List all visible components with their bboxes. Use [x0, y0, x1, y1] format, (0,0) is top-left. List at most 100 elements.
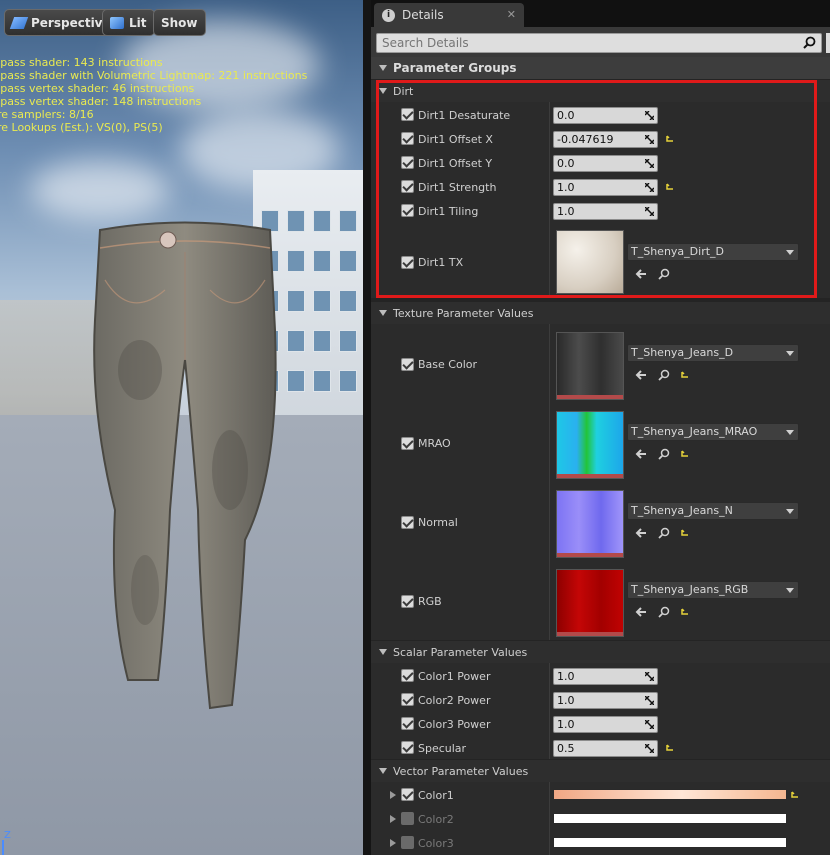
show-flags-button[interactable]: Show	[153, 9, 206, 36]
browse-search-icon[interactable]	[658, 268, 670, 280]
override-checkbox[interactable]	[401, 812, 414, 825]
override-checkbox[interactable]	[401, 437, 414, 450]
param-label: Dirt1 Desaturate	[418, 109, 511, 122]
browse-search-icon[interactable]	[658, 527, 670, 539]
param-row-dirt1-tiling: Dirt1 Tiling 1.0	[371, 199, 830, 223]
param-label: Color2	[418, 813, 454, 826]
cube-icon	[110, 16, 124, 29]
drag-handle-icon	[645, 696, 654, 705]
reset-to-default-icon[interactable]	[681, 450, 689, 458]
value-field[interactable]: 0.5	[553, 740, 658, 757]
param-label: Dirt1 Tiling	[418, 205, 479, 218]
expand-arrow-icon[interactable]	[390, 791, 396, 799]
asset-picker-combo[interactable]: T_Shenya_Dirt_D	[627, 243, 799, 261]
collapse-arrow-icon	[379, 649, 387, 655]
texture-thumbnail[interactable]	[556, 569, 624, 637]
use-selected-arrow-icon[interactable]	[635, 448, 647, 460]
override-checkbox[interactable]	[401, 108, 414, 121]
browse-search-icon[interactable]	[658, 606, 670, 618]
param-row-dirt1-offset-y: Dirt1 Offset Y 0.0	[371, 151, 830, 175]
override-checkbox[interactable]	[401, 836, 414, 849]
close-icon[interactable]: ✕	[507, 8, 516, 21]
lit-view-mode-button[interactable]: Lit	[102, 9, 155, 36]
tab-bar: i Details ✕	[371, 0, 830, 27]
lit-label: Lit	[129, 15, 147, 30]
texture-thumbnail[interactable]	[556, 411, 624, 479]
stats-line: ure samplers: 8/16	[0, 108, 94, 121]
value-field[interactable]: 0.0	[553, 107, 658, 124]
value-field[interactable]: 1.0	[553, 692, 658, 709]
override-checkbox[interactable]	[401, 693, 414, 706]
group-header-scalar-params[interactable]: Scalar Parameter Values	[371, 641, 830, 663]
override-checkbox[interactable]	[401, 595, 414, 608]
stats-line: e pass shader: 143 instructions	[0, 56, 163, 69]
jeans-mesh-preview	[93, 221, 277, 710]
param-label: Dirt1 Offset X	[418, 133, 493, 146]
value-field[interactable]: -0.047619	[553, 131, 658, 148]
color-swatch[interactable]	[553, 837, 787, 848]
vector-row-color3: Color3	[371, 831, 830, 855]
reset-to-default-icon[interactable]	[666, 744, 674, 752]
reset-to-default-icon[interactable]	[666, 135, 674, 143]
group-header-dirt[interactable]: Dirt	[371, 80, 830, 102]
use-selected-arrow-icon[interactable]	[635, 369, 647, 381]
collapse-arrow-icon	[379, 768, 387, 774]
value-field[interactable]: 1.0	[553, 203, 658, 220]
override-checkbox[interactable]	[401, 256, 414, 269]
param-row-color2-power: Color2 Power 1.0	[371, 688, 830, 712]
value-field[interactable]: 1.0	[553, 179, 658, 196]
param-label: Dirt1 Offset Y	[418, 157, 493, 170]
browse-search-icon[interactable]	[658, 369, 670, 381]
asset-picker-combo[interactable]: T_Shenya_Jeans_MRAO	[627, 423, 799, 441]
chevron-down-icon	[786, 351, 794, 356]
texture-thumbnail[interactable]	[556, 332, 624, 400]
tab-details[interactable]: i Details ✕	[374, 3, 524, 27]
value-field[interactable]: 1.0	[553, 668, 658, 685]
override-checkbox[interactable]	[401, 358, 414, 371]
asset-picker-combo[interactable]: T_Shenya_Jeans_D	[627, 344, 799, 362]
override-checkbox[interactable]	[401, 717, 414, 730]
override-checkbox[interactable]	[401, 132, 414, 145]
override-checkbox[interactable]	[401, 156, 414, 169]
group-header-vector-params[interactable]: Vector Parameter Values	[371, 760, 830, 782]
value-field[interactable]: 0.0	[553, 155, 658, 172]
asset-picker-combo[interactable]: T_Shenya_Jeans_N	[627, 502, 799, 520]
reset-to-default-icon[interactable]	[681, 371, 689, 379]
reset-to-default-icon[interactable]	[791, 791, 799, 799]
view-options-button[interactable]	[826, 33, 830, 53]
override-checkbox[interactable]	[401, 180, 414, 193]
value-field[interactable]: 1.0	[553, 716, 658, 733]
texture-row-mrao: MRAO T_Shenya_Jeans_MRAO	[371, 409, 830, 481]
group-header-texture-params[interactable]: Texture Parameter Values	[371, 302, 830, 324]
override-checkbox[interactable]	[401, 788, 414, 801]
parameter-groups-category[interactable]: Parameter Groups	[371, 57, 830, 79]
reset-to-default-icon[interactable]	[681, 529, 689, 537]
search-icon[interactable]	[803, 36, 816, 49]
texture-thumbnail[interactable]	[556, 490, 624, 558]
expand-arrow-icon[interactable]	[390, 839, 396, 847]
override-checkbox[interactable]	[401, 741, 414, 754]
expand-arrow-icon[interactable]	[390, 815, 396, 823]
use-selected-arrow-icon[interactable]	[635, 527, 647, 539]
asset-picker-combo[interactable]: T_Shenya_Jeans_RGB	[627, 581, 799, 599]
reset-to-default-icon[interactable]	[681, 608, 689, 616]
param-row-dirt1-desaturate: Dirt1 Desaturate 0.0	[371, 103, 830, 127]
override-checkbox[interactable]	[401, 669, 414, 682]
override-checkbox[interactable]	[401, 204, 414, 217]
use-selected-arrow-icon[interactable]	[635, 606, 647, 618]
param-label: Color3	[418, 837, 454, 850]
param-label: Color1 Power	[418, 670, 491, 683]
vector-row-color1: Color1	[371, 783, 830, 807]
browse-search-icon[interactable]	[658, 448, 670, 460]
texture-thumbnail[interactable]	[556, 230, 624, 294]
reset-to-default-icon[interactable]	[666, 183, 674, 191]
param-label: Normal	[418, 516, 458, 529]
color-swatch[interactable]	[553, 789, 787, 800]
override-checkbox[interactable]	[401, 516, 414, 529]
search-input[interactable]	[376, 33, 822, 53]
level-viewport[interactable]: Perspective Lit Show e pass shader: 143 …	[0, 0, 363, 855]
color-swatch[interactable]	[553, 813, 787, 824]
drag-handle-icon	[645, 111, 654, 120]
panel-splitter[interactable]	[363, 0, 371, 855]
use-selected-arrow-icon[interactable]	[635, 268, 647, 280]
